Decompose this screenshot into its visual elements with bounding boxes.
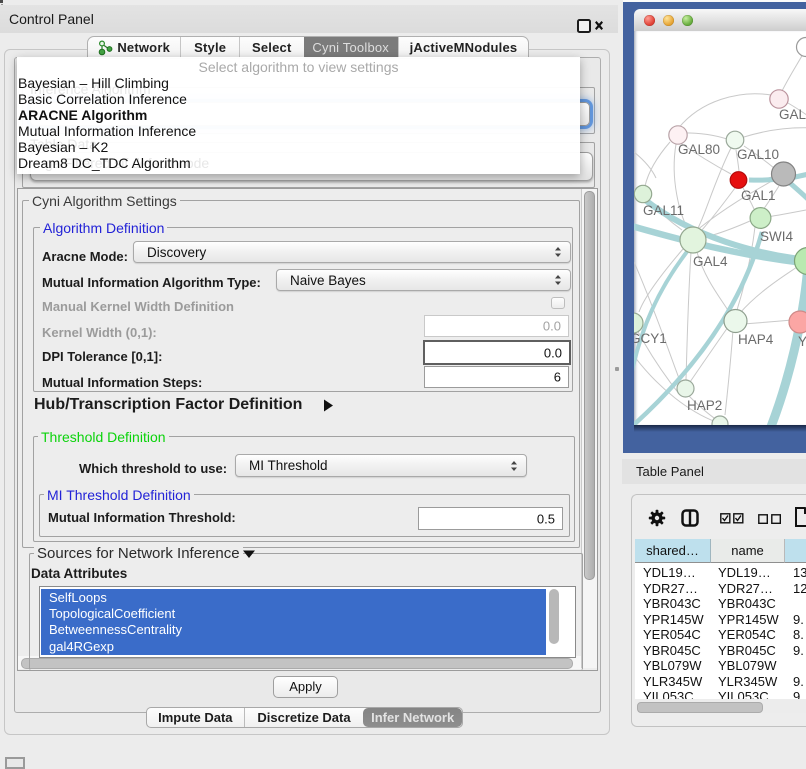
- svg-text:GAL4: GAL4: [693, 254, 728, 269]
- svg-text:GAL10: GAL10: [737, 147, 779, 162]
- svg-text:SWI4: SWI4: [760, 229, 793, 244]
- svg-text:HAP4: HAP4: [738, 332, 774, 347]
- svg-text:GAL11: GAL11: [643, 203, 684, 218]
- svg-text:Y: Y: [798, 334, 806, 349]
- svg-text:HAP2: HAP2: [687, 398, 722, 413]
- svg-text:GAL: GAL: [779, 107, 806, 122]
- svg-text:GAL80: GAL80: [678, 142, 720, 157]
- svg-text:GAL1: GAL1: [741, 188, 776, 203]
- svg-text:GCY1: GCY1: [634, 331, 667, 346]
